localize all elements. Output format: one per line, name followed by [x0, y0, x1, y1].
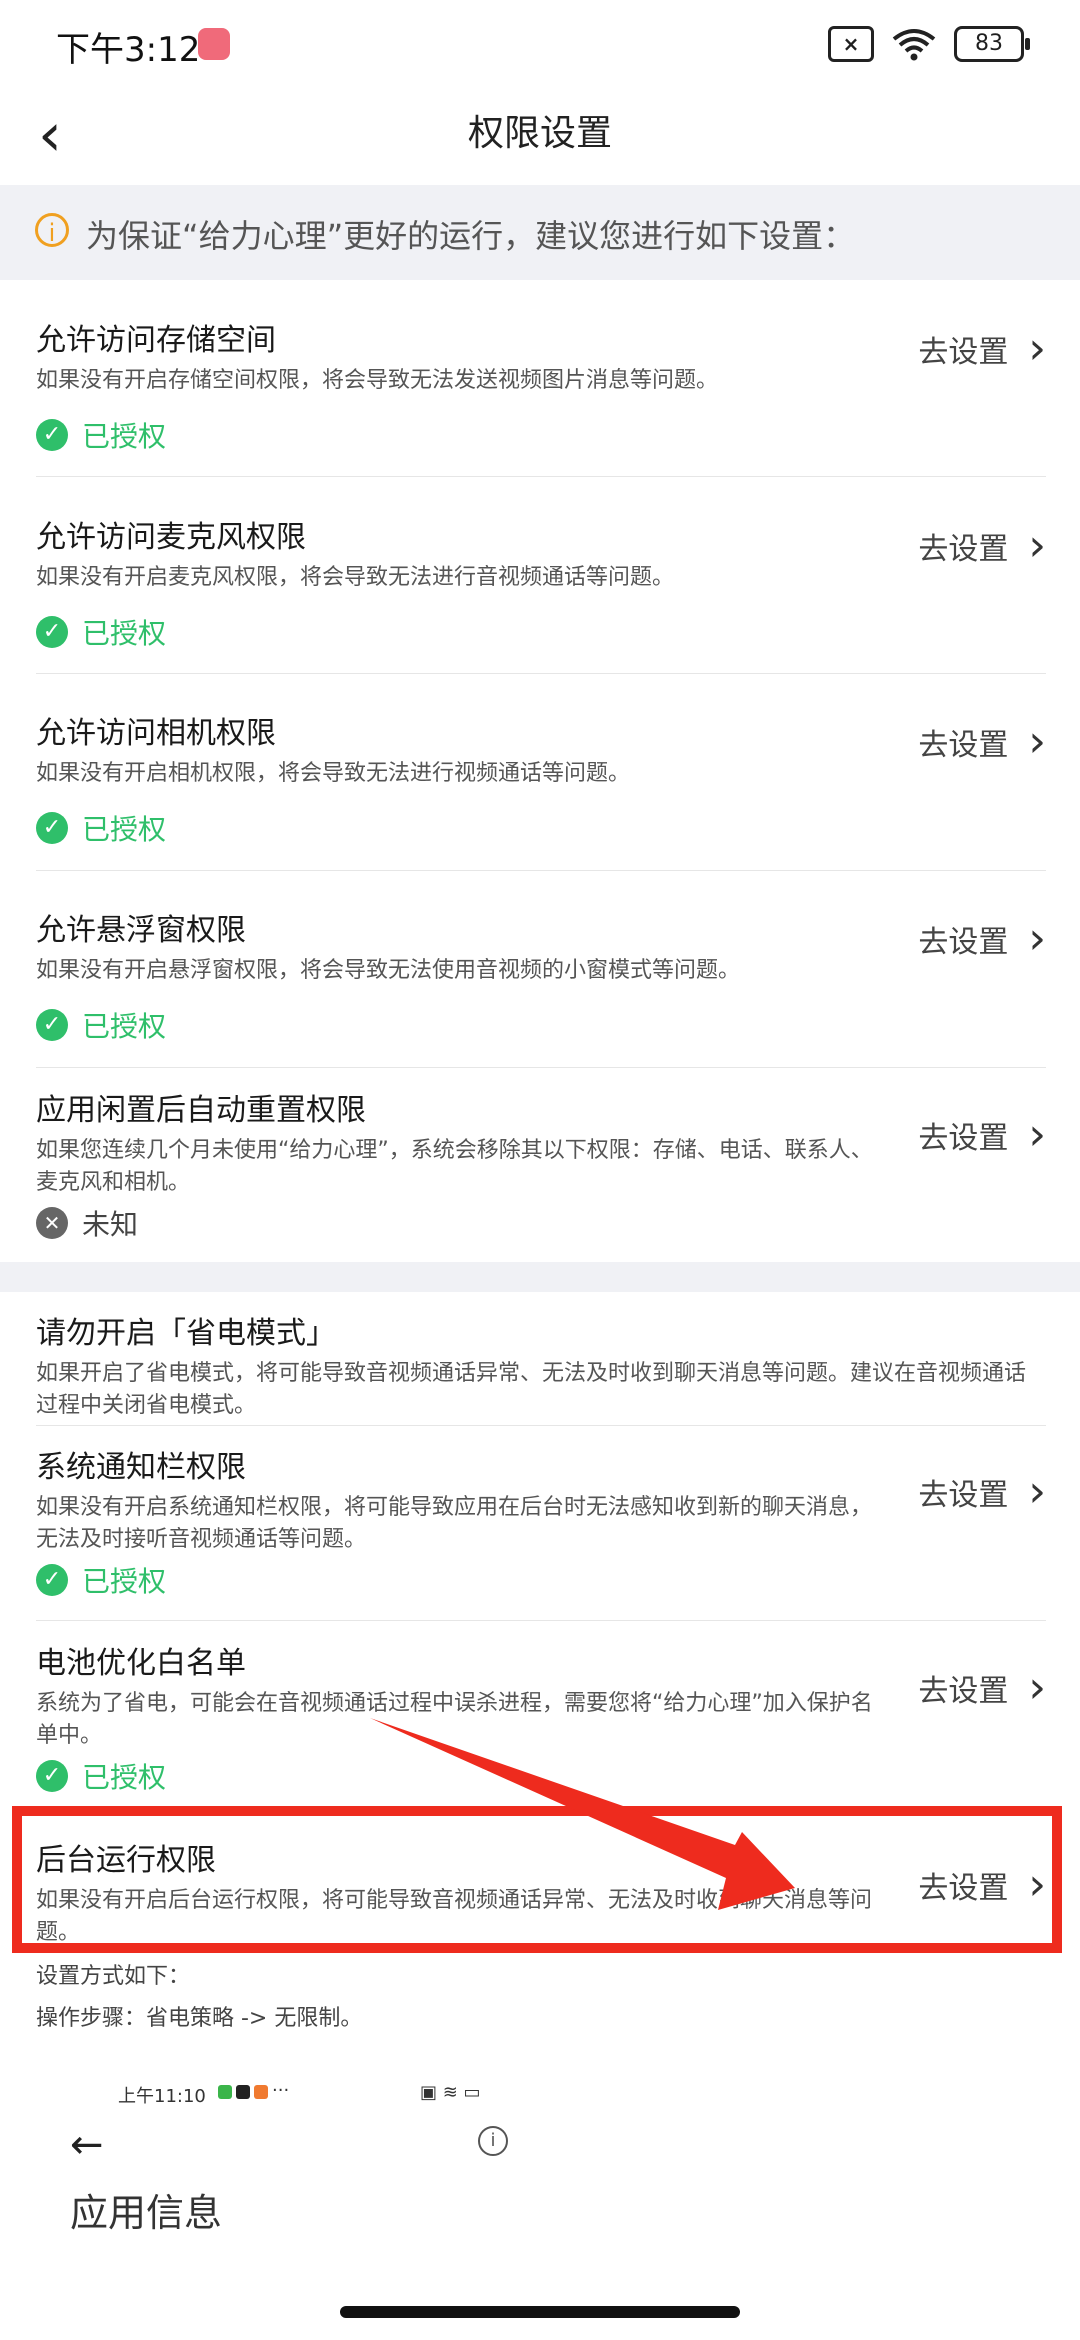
- permission-item-storage: 允许访问存储空间 如果没有开启存储空间权限，将会导致无法发送视频图片消息等问题。…: [36, 315, 1046, 465]
- item-title: 允许悬浮窗权限: [36, 913, 246, 948]
- permission-item-battery-whitelist: 电池优化白名单 系统为了省电，可能会在音视频通话过程中误杀进程，需要您将“给力心…: [36, 1638, 1046, 1798]
- permission-item-auto-reset: 应用闲置后自动重置权限 如果您连续几个月未使用“给力心理”，系统会移除其以下权限…: [36, 1085, 1046, 1245]
- chevron-right-icon: ›: [1028, 323, 1046, 374]
- permission-item-camera: 允许访问相机权限 如果没有开启相机权限，将会导致无法进行视频通话等问题。 去设置…: [36, 708, 1046, 858]
- item-title: 请勿开启「省电模式」: [36, 1316, 336, 1351]
- no-sim-icon: ×: [828, 26, 874, 62]
- home-indicator[interactable]: [340, 2306, 740, 2318]
- divider: [36, 1620, 1046, 1621]
- mini-app-icon: [236, 2085, 250, 2099]
- status-time: 下午3:12: [56, 30, 201, 70]
- status-text: 已授权: [82, 420, 167, 453]
- chevron-right-icon: ›: [1028, 716, 1046, 767]
- status-badge: ✓ 已授权: [36, 1756, 166, 1796]
- go-setting-label: 去设置: [918, 335, 1009, 370]
- divider: [36, 1067, 1046, 1068]
- page-title: 权限设置: [467, 113, 612, 154]
- status-badge: ✓ 已授权: [36, 1560, 166, 1600]
- mini-status-time: 上午11:10: [118, 2086, 206, 2107]
- status-text: 未知: [82, 1208, 139, 1241]
- go-setting-button[interactable]: 去设置 ›: [918, 1113, 1046, 1157]
- item-desc: 如果没有开启悬浮窗权限，将会导致无法使用音视频的小窗模式等问题。: [36, 958, 741, 983]
- nav-bar: ‹ 权限设置: [0, 90, 1080, 185]
- item-title: 允许访问存储空间: [36, 323, 276, 358]
- check-icon: ✓: [36, 419, 68, 451]
- check-icon: ✓: [36, 616, 68, 648]
- status-text: 已授权: [82, 1761, 167, 1794]
- unknown-icon: ✕: [36, 1207, 68, 1239]
- status-text: 已授权: [82, 617, 167, 650]
- divider: [36, 870, 1046, 871]
- highlight-box: [12, 1806, 1062, 1953]
- go-setting-button[interactable]: 去设置 ›: [918, 1666, 1046, 1710]
- go-setting-button[interactable]: 去设置 ›: [918, 524, 1046, 568]
- item-title: 电池优化白名单: [36, 1646, 246, 1681]
- chevron-right-icon: ›: [1028, 1662, 1046, 1713]
- status-text: 已授权: [82, 813, 167, 846]
- status-badge: ✓ 已授权: [36, 808, 166, 848]
- divider: [36, 673, 1046, 674]
- divider: [36, 1425, 1046, 1426]
- go-setting-label: 去设置: [918, 1478, 1009, 1513]
- item-desc: 如果您连续几个月未使用“给力心理”，系统会移除其以下权限：存储、电话、联系人、麦…: [36, 1138, 873, 1195]
- go-setting-button[interactable]: 去设置 ›: [918, 917, 1046, 961]
- go-setting-button[interactable]: 去设置 ›: [918, 720, 1046, 764]
- chevron-right-icon: ›: [1028, 913, 1046, 964]
- chevron-right-icon: ›: [1028, 1109, 1046, 1160]
- item-desc: 如果没有开启系统通知栏权限，将可能导致应用在后台时无法感知收到新的聊天消息，无法…: [36, 1495, 873, 1552]
- mini-app-icon: [218, 2085, 232, 2099]
- status-badge: ✓ 已授权: [36, 1005, 166, 1045]
- status-bar: 下午3:12 × 83: [0, 0, 1080, 90]
- wifi-icon: [892, 29, 936, 61]
- status-text: 已授权: [82, 1565, 167, 1598]
- go-setting-button[interactable]: 去设置 ›: [918, 1470, 1046, 1514]
- item-desc: 如果没有开启存储空间权限，将会导致无法发送视频图片消息等问题。: [36, 368, 719, 393]
- notice-banner: i 为保证“给力心理”更好的运行，建议您进行如下设置：: [0, 185, 1080, 280]
- go-setting-label: 去设置: [918, 728, 1009, 763]
- power-saving-tip: 请勿开启「省电模式」 如果开启了省电模式，将可能导致音视频通话异常、无法及时收到…: [36, 1308, 1046, 1418]
- mini-info-icon: i: [478, 2126, 508, 2156]
- battery-icon: 83: [954, 26, 1030, 62]
- divider: [36, 476, 1046, 477]
- mini-back-icon: ←: [70, 2122, 104, 2168]
- check-icon: ✓: [36, 1564, 68, 1596]
- item-title: 允许访问相机权限: [36, 716, 276, 751]
- section-divider: [0, 1262, 1080, 1292]
- mini-page-title: 应用信息: [70, 2191, 223, 2235]
- status-badge: ✕ 未知: [36, 1203, 138, 1243]
- permission-item-floating-window: 允许悬浮窗权限 如果没有开启悬浮窗权限，将会导致无法使用音视频的小窗模式等问题。…: [36, 905, 1046, 1055]
- check-icon: ✓: [36, 812, 68, 844]
- item-desc: 如果没有开启相机权限，将会导致无法进行视频通话等问题。: [36, 761, 631, 786]
- status-icons: × 83: [828, 26, 1030, 62]
- setup-steps: 操作步骤：省电策略 -> 无限制。: [36, 2006, 363, 2031]
- notice-text: 为保证“给力心理”更好的运行，建议您进行如下设置：: [86, 217, 856, 255]
- chevron-right-icon: ›: [1028, 520, 1046, 571]
- item-desc: 如果开启了省电模式，将可能导致音视频通话异常、无法及时收到聊天消息等问题。建议在…: [36, 1361, 1027, 1418]
- chevron-right-icon: ›: [1028, 1466, 1046, 1517]
- item-title: 应用闲置后自动重置权限: [36, 1093, 366, 1128]
- mini-more-icon: ···: [272, 2080, 290, 2101]
- item-title: 系统通知栏权限: [36, 1450, 246, 1485]
- setup-text: 设置方式如下：: [36, 1964, 191, 1989]
- go-setting-label: 去设置: [918, 532, 1009, 567]
- status-text: 已授权: [82, 1010, 167, 1043]
- status-badge: ✓ 已授权: [36, 612, 166, 652]
- mini-status-icons: ▣ ≋ ▭: [420, 2082, 481, 2103]
- mini-app-icon: [254, 2085, 268, 2099]
- info-icon: i: [35, 213, 69, 247]
- check-icon: ✓: [36, 1009, 68, 1041]
- app-notification-icon: [198, 28, 230, 60]
- item-desc: 系统为了省电，可能会在音视频通话过程中误杀进程，需要您将“给力心理”加入保护名单…: [36, 1691, 873, 1748]
- go-setting-label: 去设置: [918, 1674, 1009, 1709]
- item-desc: 如果没有开启麦克风权限，将会导致无法进行音视频通话等问题。: [36, 565, 675, 590]
- go-setting-label: 去设置: [918, 1121, 1009, 1156]
- permission-item-notification: 系统通知栏权限 如果没有开启系统通知栏权限，将可能导致应用在后台时无法感知收到新…: [36, 1442, 1046, 1602]
- go-setting-button[interactable]: 去设置 ›: [918, 327, 1046, 371]
- permission-item-microphone: 允许访问麦克风权限 如果没有开启麦克风权限，将会导致无法进行音视频通话等问题。 …: [36, 512, 1046, 662]
- go-setting-label: 去设置: [918, 925, 1009, 960]
- check-icon: ✓: [36, 1760, 68, 1792]
- status-badge: ✓ 已授权: [36, 415, 166, 455]
- item-title: 允许访问麦克风权限: [36, 520, 306, 555]
